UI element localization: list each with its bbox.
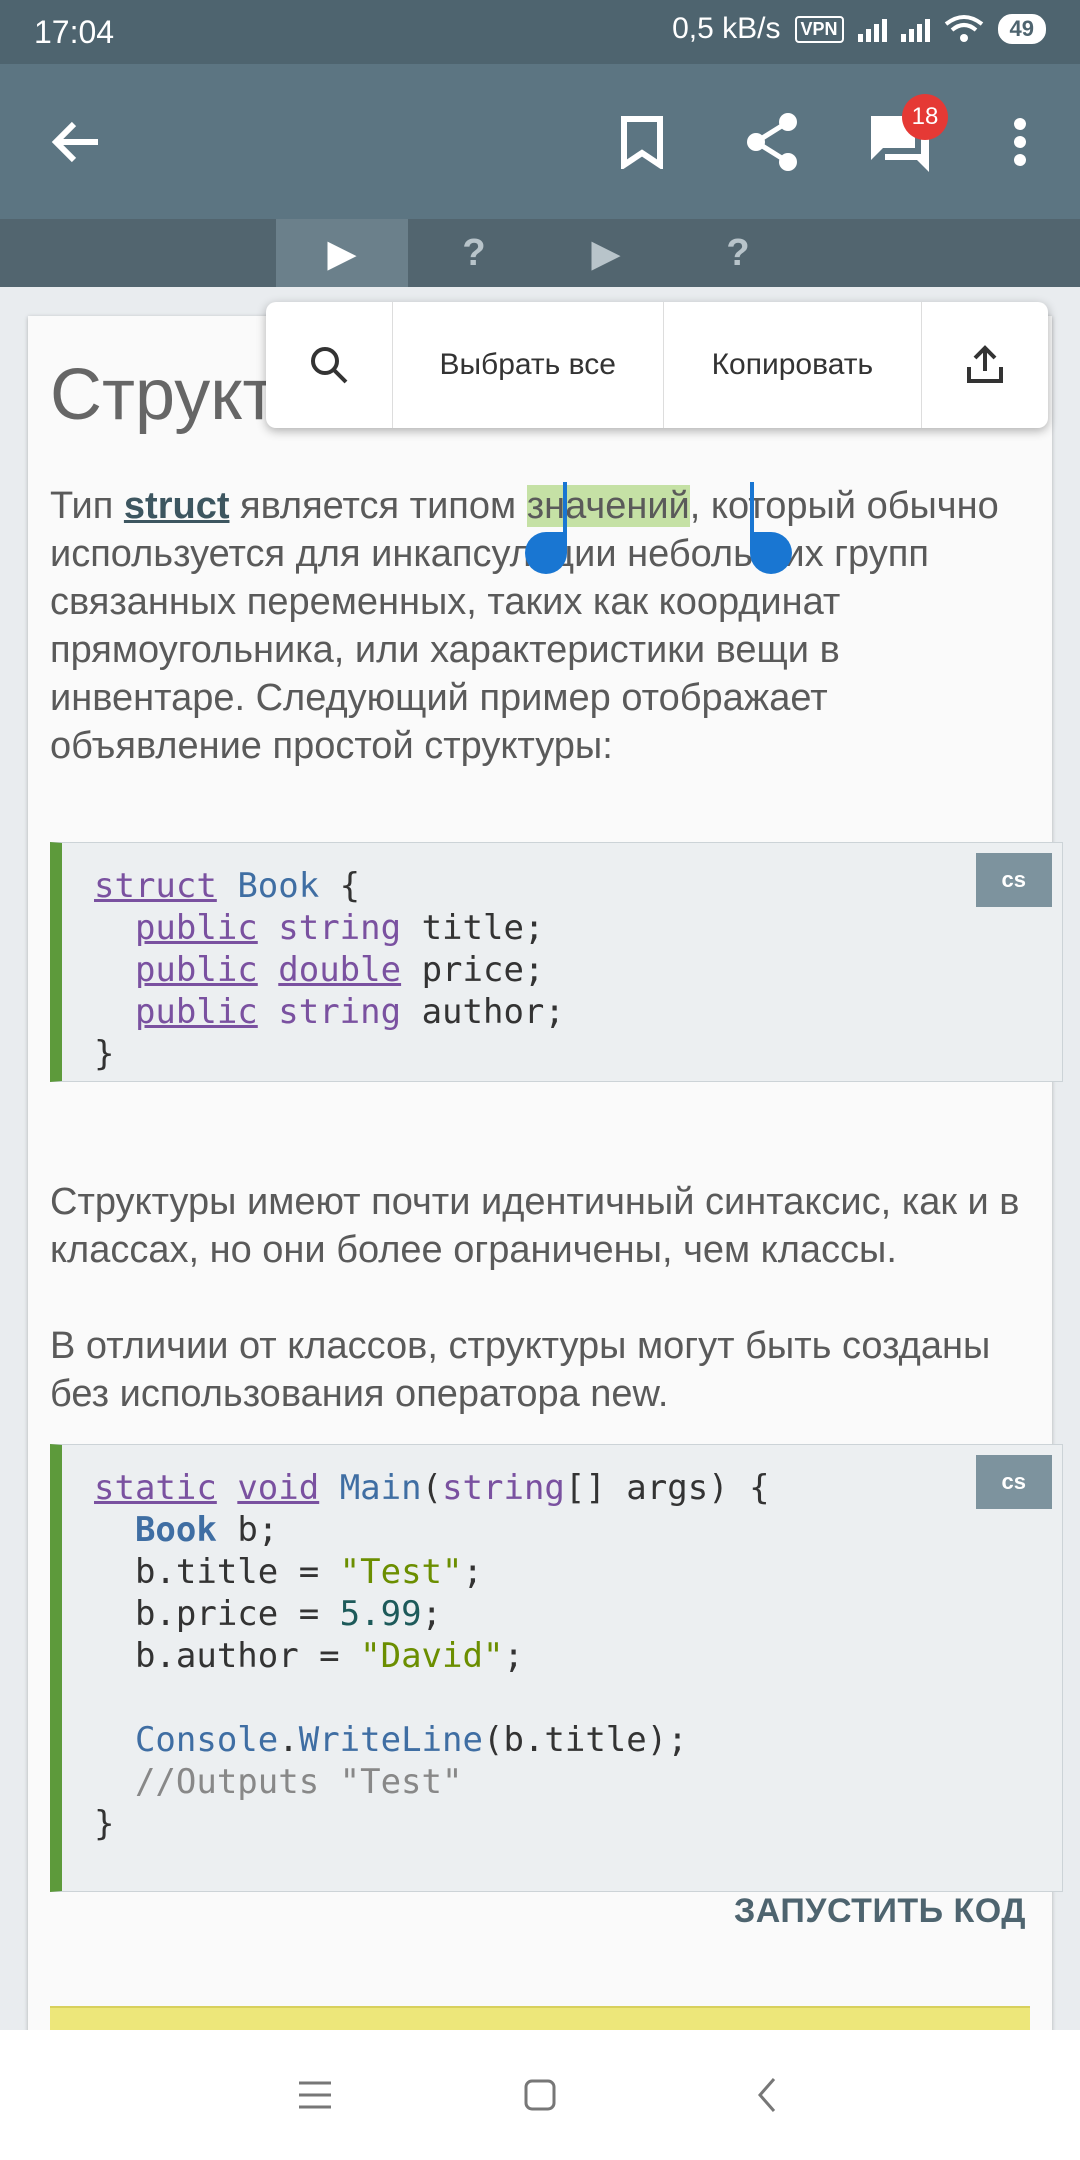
code-token: b; xyxy=(216,1510,279,1550)
para1-text-b: является типом xyxy=(229,485,527,527)
system-nav-bar xyxy=(0,2030,1080,2160)
status-bar: 17:04 0,5 kB/s VPN 49 xyxy=(0,0,1080,64)
code-token: public xyxy=(134,992,258,1032)
share-button[interactable] xyxy=(734,106,810,178)
selection-start-handle[interactable] xyxy=(525,532,567,574)
code-token: (b.title); xyxy=(482,1720,688,1760)
lesson-card: Структ Тип struct является типом значени… xyxy=(28,316,1063,2038)
back-button[interactable] xyxy=(40,106,112,178)
bookmark-button[interactable] xyxy=(606,106,678,178)
code-token: string xyxy=(442,1468,565,1508)
code-token: Console xyxy=(134,1720,279,1760)
selection-end-cursor xyxy=(750,482,754,536)
status-right: 0,5 kB/s VPN 49 xyxy=(672,12,1046,46)
copy-button[interactable]: Копировать xyxy=(664,302,923,428)
code-token: WriteLine xyxy=(298,1720,483,1760)
code-token: title; xyxy=(401,908,545,948)
run-code-button[interactable]: ЗАПУСТИТЬ КОД xyxy=(734,1892,1026,1931)
search-selection-button[interactable] xyxy=(266,302,393,428)
back-chevron-icon xyxy=(758,2078,776,2112)
code-token: void xyxy=(237,1468,320,1508)
signal-icon xyxy=(857,16,887,42)
tab-quiz-1[interactable]: ? xyxy=(408,219,540,287)
text-selection-toolbar: Выбрать все Копировать xyxy=(266,302,1048,428)
code-token: } xyxy=(94,1804,115,1844)
code-token: price; xyxy=(401,950,545,990)
code-token: string xyxy=(278,992,402,1032)
struct-link[interactable]: struct xyxy=(124,485,230,527)
code-token: struct xyxy=(94,866,217,906)
code-token: static xyxy=(94,1468,217,1508)
share-selection-button[interactable] xyxy=(922,302,1048,428)
menu-icon xyxy=(299,2081,331,2109)
para1-text-a: Тип xyxy=(50,485,124,527)
code-token: "David" xyxy=(360,1636,504,1676)
code-token: Main xyxy=(339,1468,422,1508)
code-token: ; xyxy=(421,1594,443,1634)
code-token: Book xyxy=(237,866,320,906)
bookmark-icon xyxy=(621,116,663,169)
select-all-button[interactable]: Выбрать все xyxy=(393,302,664,428)
signal-icon-2 xyxy=(900,16,930,42)
lesson-title: Структ xyxy=(50,355,276,435)
lesson-paragraph-1[interactable]: Тип struct является типом значений, кото… xyxy=(50,482,1030,770)
nav-back-button[interactable] xyxy=(712,2030,822,2160)
battery-indicator: 49 xyxy=(997,14,1046,44)
code-token: author; xyxy=(401,992,565,1032)
code-block-2[interactable]: cs static void Main(string[] args) { Book… xyxy=(50,1444,1063,1892)
share-icon xyxy=(747,113,797,171)
code-token: double xyxy=(278,950,402,990)
selected-text[interactable]: значений xyxy=(526,485,690,527)
code-block-1[interactable]: cs struct Book { public string title; pub… xyxy=(50,842,1063,1082)
code-token: ; xyxy=(503,1636,524,1676)
tab-lesson-1[interactable]: ▶ xyxy=(276,219,408,287)
code-token: b.price = xyxy=(134,1594,340,1634)
nav-menu-button[interactable] xyxy=(260,2030,370,2160)
lesson-tabs: ▶ ? ▶ ? xyxy=(0,219,1080,287)
more-options-button[interactable] xyxy=(996,106,1044,178)
code-token: [] args) { xyxy=(564,1468,770,1508)
code-token: public xyxy=(134,950,258,990)
code-token: { xyxy=(319,866,361,906)
search-icon xyxy=(310,347,348,384)
code-token: b.author = xyxy=(134,1636,361,1676)
wifi-icon xyxy=(944,15,983,42)
nav-home-button[interactable] xyxy=(485,2030,595,2160)
selection-start-cursor xyxy=(563,482,567,536)
code-token: ; xyxy=(462,1552,483,1592)
code-token: //Outputs "Test" xyxy=(134,1762,463,1802)
code-token: } xyxy=(94,1034,115,1074)
app-bar: 18 xyxy=(0,64,1080,219)
code-lang-badge: cs xyxy=(975,1455,1052,1509)
code-lang-badge: cs xyxy=(975,853,1052,907)
tab-quiz-2[interactable]: ? xyxy=(672,219,804,287)
vpn-icon: VPN xyxy=(794,15,844,43)
para1-text-c: , который обычно используется для инкапс… xyxy=(50,485,999,767)
code-token: Book xyxy=(134,1510,217,1550)
comments-button[interactable]: 18 xyxy=(866,94,948,174)
code-token: 5.99 xyxy=(339,1594,422,1634)
lesson-paragraph-2: Структуры имеют почти идентичный синтакс… xyxy=(50,1181,1020,1271)
home-square-icon xyxy=(524,2079,556,2111)
code-token: "Test" xyxy=(339,1552,463,1592)
code-token: public xyxy=(134,908,258,948)
more-vert-icon xyxy=(1014,118,1026,166)
tab-lesson-2[interactable]: ▶ xyxy=(540,219,672,287)
comments-count-badge: 18 xyxy=(902,94,948,140)
arrow-left-icon xyxy=(51,121,98,163)
network-speed: 0,5 kB/s xyxy=(672,12,781,45)
status-time: 17:04 xyxy=(34,14,115,50)
code-token: string xyxy=(278,908,402,948)
lesson-paragraph-3: В отличии от классов, структуры могут бы… xyxy=(50,1325,991,1415)
code-token: b.title = xyxy=(134,1552,340,1592)
selection-end-handle[interactable] xyxy=(750,532,792,574)
upload-share-icon xyxy=(967,345,1004,383)
